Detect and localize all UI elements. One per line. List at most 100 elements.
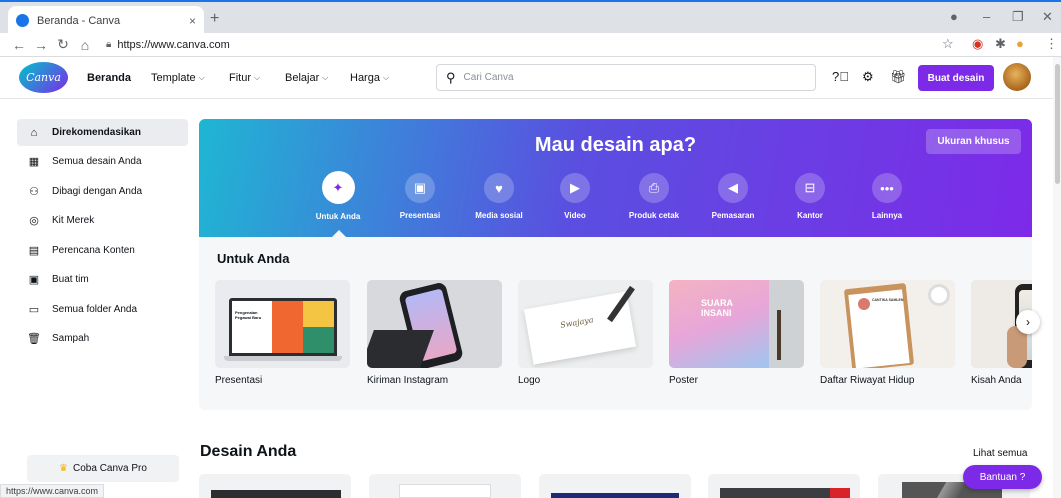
design-card[interactable] — [708, 474, 860, 498]
presentation-icon: ▣ — [405, 173, 435, 203]
thumb-text: SUARA INSANI — [701, 298, 733, 318]
sidebar-item-label: Semua folder Anda — [52, 304, 138, 315]
thumb-text: CANTIKA SAMLEN — [872, 298, 904, 302]
category-presentasi[interactable]: ▣ Presentasi — [380, 173, 460, 220]
sidebar-item-label: Semua desain Anda — [52, 156, 142, 167]
extensions-puzzle-icon[interactable]: ✱ — [995, 36, 1006, 52]
design-card[interactable] — [539, 474, 691, 498]
sparkle-icon: ✦ — [321, 171, 355, 204]
bookmark-star-icon[interactable]: ☆ — [942, 36, 954, 52]
sidebar-item-direkomendasikan[interactable]: ⌂ Direkomendasikan — [17, 119, 188, 146]
reload-icon[interactable]: ↻ — [52, 36, 74, 53]
megaphone-icon: ◀ — [718, 173, 748, 203]
sidebar-item-perencana-konten[interactable]: ▤ Perencana Konten — [17, 237, 188, 264]
hero-title: Mau desain apa? — [534, 134, 697, 156]
template-card-kiriman-instagram[interactable]: Kiriman Instagram — [367, 280, 502, 386]
template-thumbnail: Swajaya — [518, 280, 653, 368]
minimize-icon[interactable]: – — [983, 9, 990, 24]
maximize-icon[interactable]: ❐ — [1012, 9, 1024, 25]
create-design-button[interactable]: Buat desain — [918, 65, 994, 91]
custom-size-button[interactable]: Ukuran khusus — [926, 129, 1021, 154]
social-media-icon: ♥ — [484, 173, 514, 203]
search-input[interactable]: ⚲ Cari Canva — [436, 64, 816, 91]
nav-label: Belajar — [285, 72, 320, 84]
sidebar-item-label: Sampah — [52, 333, 90, 344]
try-canva-pro-button[interactable]: ♛ Coba Canva Pro — [27, 455, 179, 482]
nav-label: Fitur — [229, 72, 251, 84]
profile-avatar-icon[interactable]: ● — [1016, 36, 1024, 51]
category-video[interactable]: ▶ Video — [535, 173, 615, 220]
design-card[interactable] — [369, 474, 521, 498]
sidebar-item-semua-desain[interactable]: ▦ Semua desain Anda — [17, 148, 188, 175]
shared-icon: ⚇ — [29, 186, 39, 198]
status-bar-url: https://www.canva.com — [0, 484, 105, 498]
canva-favicon-icon — [16, 14, 29, 27]
template-thumbnail: CANTIKA SAMLEN — [820, 280, 955, 368]
folder-icon: ▭ — [28, 304, 40, 316]
nav-fitur[interactable]: Fitur ⌵ — [229, 57, 260, 99]
search-icon: ⚲ — [446, 69, 456, 85]
new-tab-button[interactable]: + — [210, 10, 219, 28]
tab-title: Beranda - Canva — [37, 14, 121, 27]
thumb-text: Pengenalan Pegawai Baru — [235, 310, 262, 320]
template-card-poster[interactable]: SUARA INSANI Poster — [669, 280, 804, 386]
category-untuk-anda[interactable]: ✦ Untuk Anda — [298, 171, 378, 221]
template-thumbnail — [367, 280, 502, 368]
help-button[interactable]: Bantuan ? — [963, 465, 1042, 489]
url-field[interactable]: 🔒︎ https://www.canva.com — [106, 39, 230, 51]
category-label: Lainnya — [871, 211, 903, 220]
lock-icon: 🔒︎ — [106, 39, 112, 50]
browser-menu-icon[interactable]: ⋮ — [1045, 36, 1058, 52]
back-icon[interactable]: ← — [8, 37, 30, 53]
nav-beranda[interactable]: Beranda — [87, 57, 131, 99]
chevron-down-icon: ⌵ — [198, 73, 205, 82]
sidebar-item-semua-folder[interactable]: ▭ Semua folder Anda — [17, 296, 188, 323]
category-lainnya[interactable]: ••• Lainnya — [847, 173, 927, 220]
category-pemasaran[interactable]: ◀ Pemasaran — [693, 173, 773, 220]
forward-icon[interactable]: → — [30, 37, 52, 53]
template-card-logo[interactable]: Swajaya Logo — [518, 280, 653, 386]
canva-logo[interactable]: Canva — [19, 62, 68, 93]
help-circle-icon[interactable]: ?⃝ — [832, 69, 849, 84]
settings-gear-icon[interactable]: ⚙ — [862, 69, 874, 85]
scrollbar-thumb[interactable] — [1055, 64, 1060, 184]
extension-icon[interactable]: ◉ — [972, 36, 983, 52]
gift-icon[interactable]: 🎁︎ — [890, 69, 907, 85]
category-produk-cetak[interactable]: ⎙ Produk cetak — [614, 173, 694, 220]
trash-icon: 🗑︎ — [27, 333, 41, 345]
template-card-daftar-riwayat-hidup[interactable]: CANTIKA SAMLEN Daftar Riwayat Hidup — [820, 280, 955, 386]
sidebar-item-dibagi[interactable]: ⚇ Dibagi dengan Anda — [17, 178, 188, 205]
nav-template[interactable]: Template ⌵ — [151, 57, 205, 99]
nav-belajar[interactable]: Belajar ⌵ — [285, 57, 328, 99]
see-all-link[interactable]: Lihat semua — [973, 448, 1027, 459]
browser-tab[interactable]: Beranda - Canva × — [8, 6, 204, 35]
print-icon: ⎙ — [639, 173, 669, 203]
chevron-down-icon: ⌵ — [322, 73, 329, 82]
category-label: Presentasi — [399, 211, 441, 220]
sidebar-item-buat-tim[interactable]: ▣ Buat tim — [17, 266, 188, 293]
template-thumbnail: Pengenalan Pegawai Baru — [215, 280, 350, 368]
home-browser-icon[interactable]: ⌂ — [74, 37, 96, 53]
sidebar-item-sampah[interactable]: 🗑︎ Sampah — [17, 325, 188, 352]
close-window-icon[interactable]: ✕ — [1042, 9, 1053, 25]
hero-banner: Mau desain apa? Ukuran khusus ✦ Untuk An… — [199, 119, 1032, 237]
sidebar-item-kit-merek[interactable]: ◎ Kit Merek — [17, 207, 188, 234]
tab-close-icon[interactable]: × — [189, 14, 196, 28]
briefcase-icon: ⊟ — [795, 173, 825, 203]
video-icon: ▶ — [560, 173, 590, 203]
design-card[interactable] — [199, 474, 351, 498]
profile-icon[interactable]: ● — [950, 9, 958, 24]
category-label: Pemasaran — [711, 211, 755, 220]
nav-harga[interactable]: Harga ⌵ — [350, 57, 389, 99]
avatar[interactable] — [1003, 63, 1031, 91]
category-kantor[interactable]: ⊟ Kantor — [770, 173, 850, 220]
search-placeholder: Cari Canva — [463, 72, 514, 83]
crown-icon: ♛ — [59, 463, 69, 474]
calendar-icon: ▤ — [28, 245, 40, 257]
category-label: Untuk Anda — [315, 212, 361, 221]
template-card-presentasi[interactable]: Pengenalan Pegawai Baru Presentasi — [215, 280, 350, 386]
carousel-next-button[interactable]: › — [1016, 310, 1040, 334]
category-label: Produk cetak — [628, 211, 680, 220]
grid-icon: ▦ — [28, 156, 40, 168]
category-media-sosial[interactable]: ♥ Media sosial — [459, 173, 539, 220]
